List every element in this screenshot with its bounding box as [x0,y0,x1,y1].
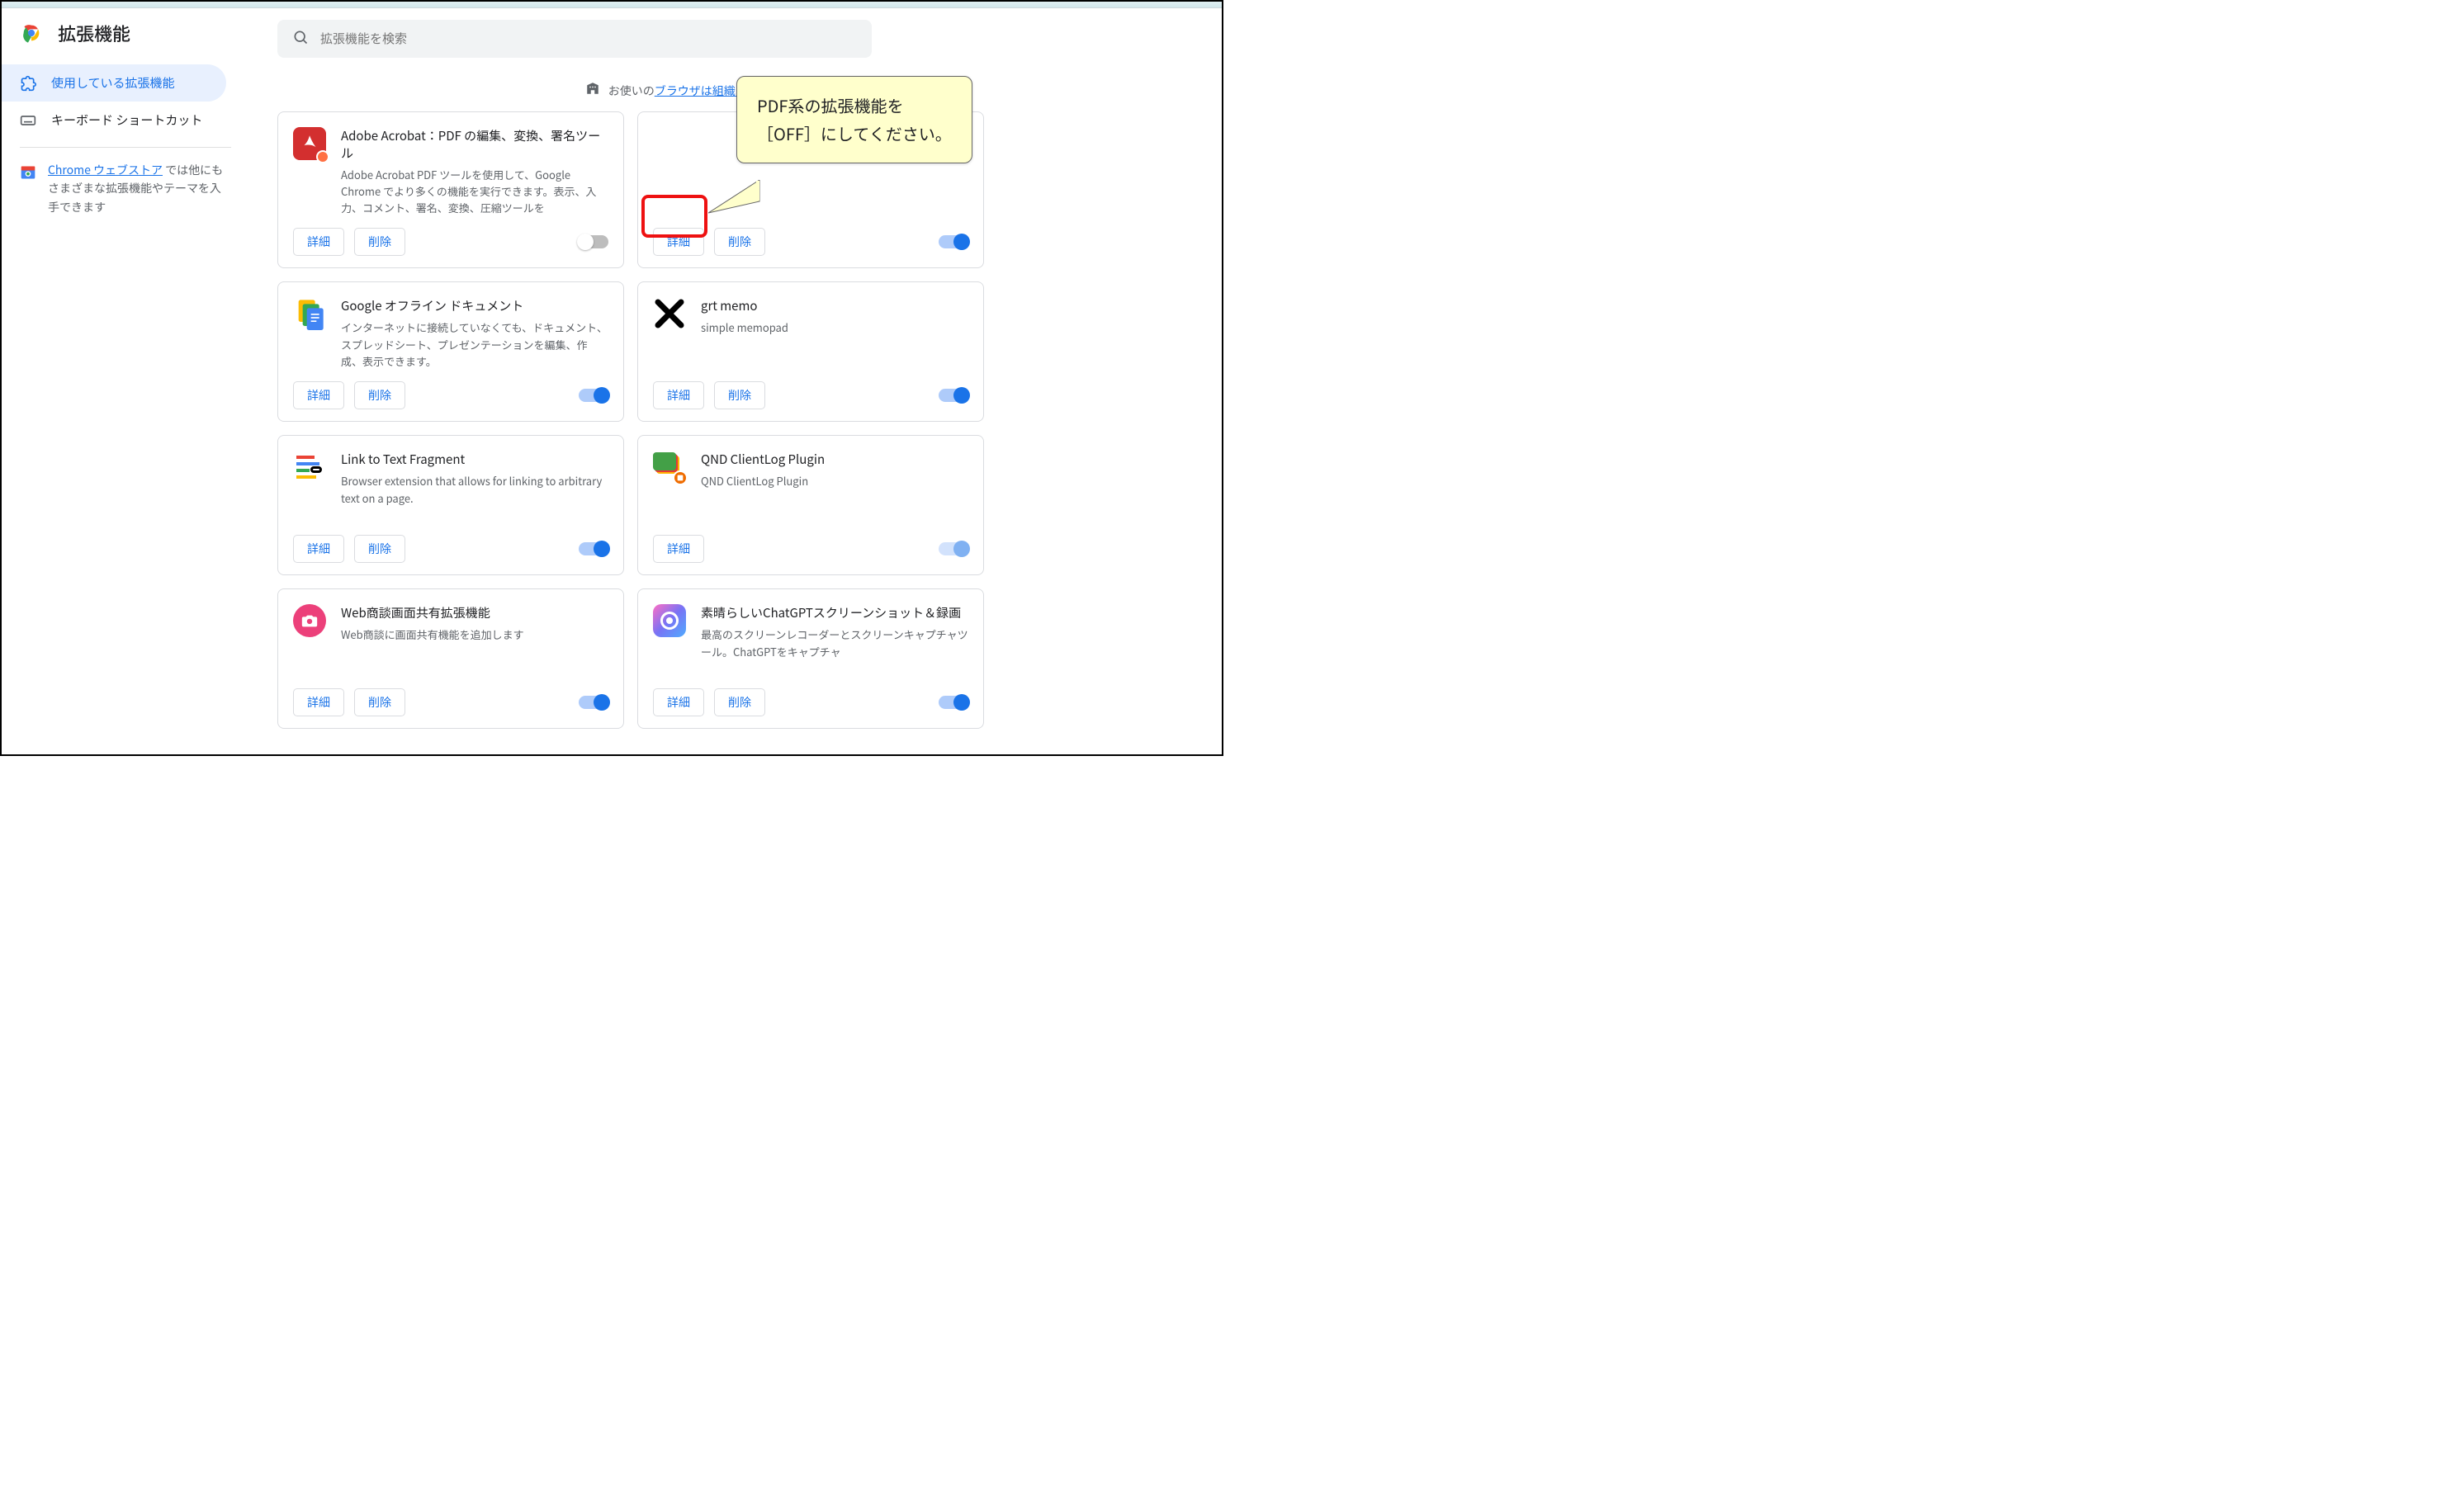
extension-card: Web商談画面共有拡張機能 Web商談に画面共有機能を追加します 詳細 削除 [277,588,624,729]
enable-toggle [939,542,968,555]
extension-title: 素晴らしいChatGPTスクリーンショット＆録画 [701,604,968,621]
extension-card: grt memo simple memopad 詳細 削除 [637,281,984,422]
callout-tail-icon [708,180,766,229]
extension-icon [653,127,686,160]
sidebar-item-keyboard-shortcuts[interactable]: キーボード ショートカット [2,102,226,139]
extension-card: 素晴らしいChatGPTスクリーンショット＆録画 最高のスクリーンレコーダーとス… [637,588,984,729]
window-top-accent [2,2,1222,8]
remove-button[interactable]: 削除 [354,228,405,256]
enable-toggle[interactable] [939,389,968,402]
extension-description: 最高のスクリーンレコーダーとスクリーンキャプチャツール。ChatGPTをキャプチ… [701,626,968,659]
extension-title: Adobe Acrobat：PDF の編集、変換、署名ツール [341,127,608,162]
extension-icon [293,451,326,484]
remove-button[interactable]: 削除 [714,228,765,256]
extension-card: QND ClientLog Plugin QND ClientLog Plugi… [637,435,984,575]
building-icon [585,81,600,100]
details-button[interactable]: 詳細 [293,535,344,563]
sidebar-item-my-extensions[interactable]: 使用している拡張機能 [2,64,226,102]
annotation-highlight-box [641,195,707,238]
extension-icon [293,297,326,330]
sidebar-item-label: 使用している拡張機能 [51,74,175,92]
remove-button[interactable]: 削除 [714,688,765,716]
main-content: お使いのブラウザは組織によって管理されています Adobe Acrobat：PD… [249,8,1222,754]
chrome-logo-icon [20,21,43,45]
extension-title: Google オフライン ドキュメント [341,297,608,314]
extension-icon [653,604,686,637]
search-bar[interactable] [277,20,872,58]
extension-icon [293,127,326,160]
callout-line-1: PDF系の拡張機能を [757,92,952,120]
sidebar-item-label: キーボード ショートカット [51,111,202,129]
remove-button[interactable]: 削除 [354,688,405,716]
extension-description: QND ClientLog Plugin [701,473,968,489]
puzzle-icon [20,75,36,92]
managed-by-org-notice: お使いのブラウザは組織によって管理されています [249,81,1209,100]
extension-description: Browser extension that allows for linkin… [341,473,608,506]
app-title-row: 拡張機能 [2,20,249,64]
enable-toggle[interactable] [939,696,968,709]
app-container: 拡張機能 使用している拡張機能 キーボード ショートカット Chrome ウェブ… [2,8,1222,754]
sidebar-divider [20,147,231,148]
extension-card: Link to Text Fragment Browser extension … [277,435,624,575]
enable-toggle[interactable] [579,696,608,709]
sidebar: 拡張機能 使用している拡張機能 キーボード ショートカット Chrome ウェブ… [2,8,249,754]
extension-title: Link to Text Fragment [341,451,608,468]
extension-icon [293,604,326,637]
extension-description: Web商談に画面共有機能を追加します [341,626,608,643]
managed-prefix: お使いの [608,83,655,99]
search-icon [292,29,309,50]
webstore-text: Chrome ウェブストア では他にもさまざまな拡張機能やテーマを入手できます [48,161,231,216]
extension-icon [653,297,686,330]
enable-toggle[interactable] [579,389,608,402]
webstore-link[interactable]: Chrome ウェブストア [48,162,163,178]
annotation-callout: PDF系の拡張機能を ［OFF］にしてください。 [736,76,972,163]
extension-description: simple memopad [701,319,968,336]
extension-title: Web商談画面共有拡張機能 [341,604,608,621]
details-button[interactable]: 詳細 [293,688,344,716]
remove-button[interactable]: 削除 [354,535,405,563]
search-input[interactable] [320,32,857,46]
keyboard-icon [20,112,36,129]
extension-description: Adobe Acrobat PDF ツールを使用して、Google Chrome… [341,167,608,216]
details-button[interactable]: 詳細 [653,381,704,409]
details-button[interactable]: 詳細 [653,688,704,716]
details-button[interactable]: 詳細 [653,535,704,563]
remove-button[interactable]: 削除 [714,381,765,409]
details-button[interactable]: 詳細 [293,228,344,256]
remove-button[interactable]: 削除 [354,381,405,409]
enable-toggle[interactable] [579,235,608,248]
details-button[interactable]: 詳細 [293,381,344,409]
enable-toggle[interactable] [579,542,608,555]
webstore-icon [20,164,36,216]
enable-toggle[interactable] [939,235,968,248]
extension-title: QND ClientLog Plugin [701,451,968,468]
page-title: 拡張機能 [58,20,130,46]
callout-line-2: ［OFF］にしてください。 [757,120,952,148]
extension-description: インターネットに接続していなくても、ドキュメント、スプレッドシート、プレゼンテー… [341,319,608,369]
webstore-promo: Chrome ウェブストア では他にもさまざまな拡張機能やテーマを入手できます [2,161,249,216]
extension-icon [653,451,686,484]
extension-card: Adobe Acrobat：PDF の編集、変換、署名ツール Adobe Acr… [277,111,624,268]
extension-card: Google オフライン ドキュメント インターネットに接続していなくても、ドキ… [277,281,624,422]
extension-title: grt memo [701,297,968,314]
